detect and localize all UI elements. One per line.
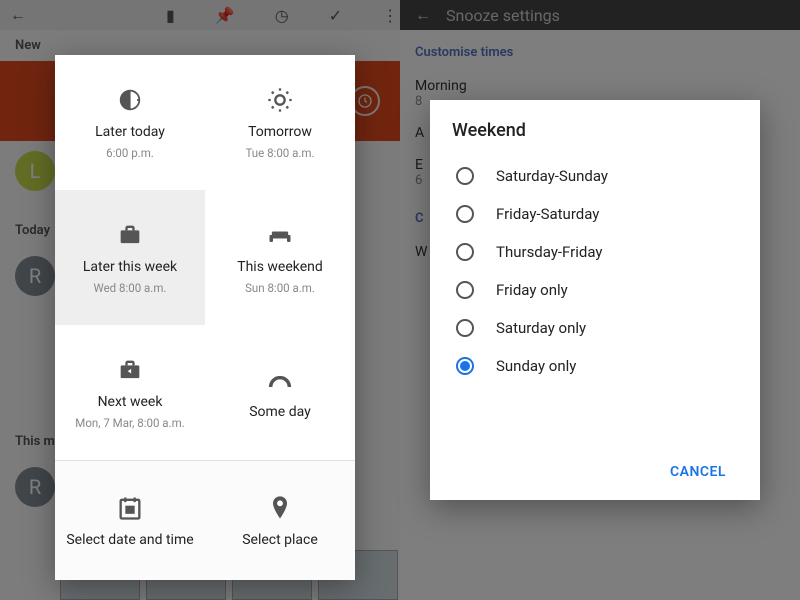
- radio-icon: [456, 319, 474, 337]
- rainbow-icon: [266, 366, 294, 398]
- snooze-option-this-weekend[interactable]: This weekend Sun 8:00 a.m.: [205, 190, 355, 325]
- radio-label: Friday-Saturday: [496, 205, 599, 223]
- snooze-option-label: Next week: [98, 394, 163, 410]
- sun-icon: [266, 86, 294, 118]
- radio-icon: [456, 281, 474, 299]
- dialog-title: Weekend: [452, 120, 738, 141]
- weekend-dialog: Weekend Saturday-Sunday Friday-Saturday Th…: [430, 100, 760, 500]
- snooze-option-select-place[interactable]: Select place: [205, 461, 355, 580]
- snooze-option-label: This weekend: [237, 259, 323, 275]
- radio-label: Saturday only: [496, 319, 586, 337]
- weekend-option-fri-only[interactable]: Friday only: [452, 271, 738, 309]
- radio-icon: [456, 205, 474, 223]
- snooze-option-label: Select date and time: [66, 532, 193, 548]
- snooze-option-some-day[interactable]: Some day: [205, 325, 355, 460]
- snooze-option-time: Mon, 7 Mar, 8:00 a.m.: [75, 416, 184, 430]
- briefcase-icon: [116, 221, 144, 253]
- radio-label: Friday only: [496, 281, 568, 299]
- snooze-picker-dialog: Later today 6:00 p.m. Tomorrow Tue 8:00 a.m…: [55, 55, 355, 580]
- radio-label: Sunday only: [496, 357, 576, 375]
- calendar-icon: [116, 494, 144, 526]
- snooze-option-time: 6:00 p.m.: [106, 146, 154, 160]
- snooze-option-label: Tomorrow: [248, 124, 312, 140]
- radio-label: Thursday-Friday: [496, 243, 603, 261]
- snooze-option-later-today[interactable]: Later today 6:00 p.m.: [55, 55, 205, 190]
- radio-icon: [456, 357, 474, 375]
- briefcase-arrow-icon: [116, 356, 144, 388]
- pin-icon: [266, 494, 294, 526]
- snooze-option-label: Some day: [249, 404, 311, 420]
- snooze-option-later-this-week[interactable]: Later this week Wed 8:00 a.m.: [55, 190, 205, 325]
- snooze-option-time: Tue 8:00 a.m.: [245, 146, 314, 160]
- snooze-option-time: Wed 8:00 a.m.: [94, 281, 167, 295]
- snooze-option-select-date-time[interactable]: Select date and time: [55, 461, 205, 580]
- radio-icon: [456, 243, 474, 261]
- weekend-option-fri-sat[interactable]: Friday-Saturday: [452, 195, 738, 233]
- weekend-option-sat-sun[interactable]: Saturday-Sunday: [452, 157, 738, 195]
- snooze-option-time: Sun 8:00 a.m.: [245, 281, 315, 295]
- snooze-option-label: Select place: [242, 532, 318, 548]
- snooze-option-label: Later today: [95, 124, 165, 140]
- radio-label: Saturday-Sunday: [496, 167, 608, 185]
- weekend-option-sun-only[interactable]: Sunday only: [452, 347, 738, 385]
- weekend-option-sat-only[interactable]: Saturday only: [452, 309, 738, 347]
- snooze-option-tomorrow[interactable]: Tomorrow Tue 8:00 a.m.: [205, 55, 355, 190]
- snooze-option-next-week[interactable]: Next week Mon, 7 Mar, 8:00 a.m.: [55, 325, 205, 460]
- sofa-icon: [266, 221, 294, 253]
- cancel-button[interactable]: CANCEL: [658, 456, 738, 488]
- radio-icon: [456, 167, 474, 185]
- weekend-option-thu-fri[interactable]: Thursday-Friday: [452, 233, 738, 271]
- snooze-option-label: Later this week: [83, 259, 177, 275]
- half-sun-icon: [116, 86, 144, 118]
